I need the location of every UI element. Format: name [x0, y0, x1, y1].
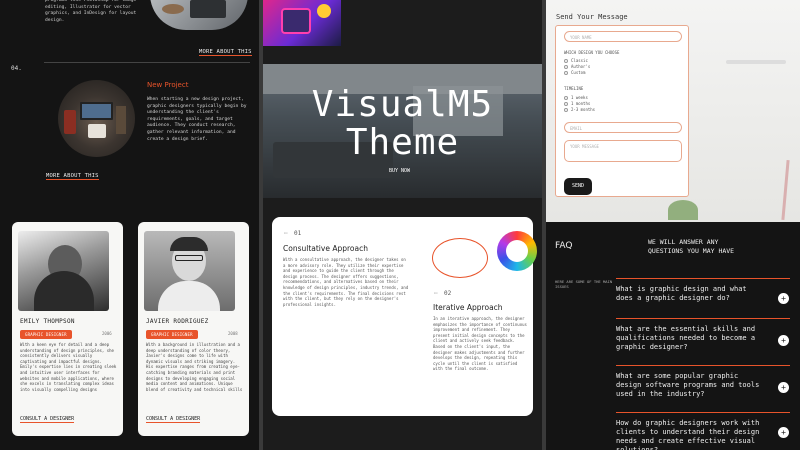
- message-field[interactable]: YOUR MESSAGE: [564, 140, 682, 162]
- name-field[interactable]: YOUR NAME: [564, 31, 682, 42]
- radio-2-3-months[interactable]: 2-3 months: [564, 107, 595, 113]
- approach-number: 01: [294, 230, 302, 237]
- approach-text: With a consultative approach, the design…: [283, 257, 409, 307]
- desk-image-partial: [150, 0, 248, 30]
- faq-subtext: HERE ARE SOME OF THE MAIN ISSUES: [555, 279, 613, 289]
- approach-card: ⋯ 01 Consultative Approach With a consul…: [272, 217, 537, 416]
- timeline-label: TIMELINE: [564, 86, 584, 91]
- color-wheel-icon: [497, 231, 537, 271]
- faq-item[interactable]: What are some popular graphic design sof…: [616, 365, 790, 412]
- faq-question: What is graphic design and what does a g…: [616, 285, 747, 302]
- services-panel: programs like Photoshop for image editin…: [0, 0, 259, 450]
- faq-question: What are some popular graphic design sof…: [616, 372, 760, 398]
- project-text: When starting a new design project, grap…: [147, 97, 247, 142]
- orange-ring-icon: [432, 238, 488, 278]
- intro-text: programs like Photoshop for image editin…: [45, 0, 137, 23]
- role-badge: GRAPHIC DESIGNER: [20, 330, 72, 339]
- team-year: 2006: [102, 331, 112, 336]
- faq-question: How do graphic designers work with clien…: [616, 419, 760, 450]
- team-card: JAVIER RODRIGUEZ GRAPHIC DESIGNER 2008 W…: [138, 222, 249, 436]
- faq-item[interactable]: What is graphic design and what does a g…: [616, 278, 790, 318]
- neon-gear-image: [263, 0, 341, 46]
- faq-question: What are the essential skills and qualif…: [616, 325, 756, 351]
- team-photo: [18, 231, 109, 311]
- send-button[interactable]: SEND: [564, 178, 592, 195]
- hero-banner: VisualM5 Theme BUY NOW: [263, 64, 542, 198]
- project-title: New Project: [147, 81, 189, 89]
- studio-image: [58, 80, 135, 157]
- plus-icon[interactable]: +: [778, 335, 789, 346]
- design-label: WHICH DESIGN YOU CHOOSE: [564, 50, 620, 55]
- radio-custom[interactable]: Custom: [564, 70, 590, 76]
- approach-title: Iterative Approach: [433, 303, 503, 312]
- team-name: JAVIER RODRIGUEZ: [146, 318, 209, 325]
- plus-icon[interactable]: +: [778, 382, 789, 393]
- separator: [44, 62, 250, 63]
- approach-title: Consultative Approach: [283, 244, 368, 253]
- hero-title: VisualM5 Theme: [311, 84, 494, 163]
- faq-heading: WE WILL ANSWER ANY QUESTIONS YOU MAY HAV…: [648, 238, 735, 255]
- approach-number: 02: [444, 290, 452, 297]
- hero-panel: VisualM5 Theme BUY NOW ⋯ 01 Consultative…: [263, 0, 542, 450]
- design-options: Classic Author's Custom: [564, 58, 590, 76]
- team-bio: With a background in illustration and a …: [146, 342, 243, 392]
- dots-icon: ⋯: [284, 230, 288, 237]
- form-title: Send Your Message: [556, 13, 628, 21]
- plus-icon[interactable]: +: [778, 427, 789, 438]
- contact-form: YOUR NAME WHICH DESIGN YOU CHOOSE Classi…: [555, 25, 689, 197]
- buy-now-link[interactable]: BUY NOW: [389, 168, 410, 174]
- faq-item[interactable]: What are the essential skills and qualif…: [616, 318, 790, 365]
- timeline-options: 1 weeks 1 months 2-3 months: [564, 95, 595, 113]
- team-bio: With a keen eye for detail and a deep un…: [20, 342, 117, 392]
- consult-designer-link[interactable]: CONSULT A DESIGNER: [146, 416, 201, 423]
- faq-title: FAQ: [555, 241, 573, 251]
- step-number: 04.: [11, 65, 22, 72]
- team-name: EMILY THOMPSON: [20, 318, 75, 325]
- team-photo: [144, 231, 235, 311]
- dots-icon: ⋯: [434, 290, 438, 297]
- team-card: EMILY THOMPSON GRAPHIC DESIGNER 2006 Wit…: [12, 222, 123, 436]
- role-badge: GRAPHIC DESIGNER: [146, 330, 198, 339]
- plus-icon[interactable]: +: [778, 293, 789, 304]
- contact-faq-panel: Send Your Message YOUR NAME WHICH DESIGN…: [546, 0, 800, 450]
- email-field[interactable]: EMAIL: [564, 122, 682, 133]
- approach-text: In an iterative approach, the designer e…: [433, 316, 527, 372]
- consult-designer-link[interactable]: CONSULT A DESIGNER: [20, 416, 75, 423]
- faq-item[interactable]: How do graphic designers work with clien…: [616, 412, 790, 450]
- more-about-this-link[interactable]: MORE ABOUT THIS: [46, 173, 99, 180]
- team-year: 2008: [228, 331, 238, 336]
- more-about-this-link-top[interactable]: MORE ABOUT THIS: [199, 49, 252, 56]
